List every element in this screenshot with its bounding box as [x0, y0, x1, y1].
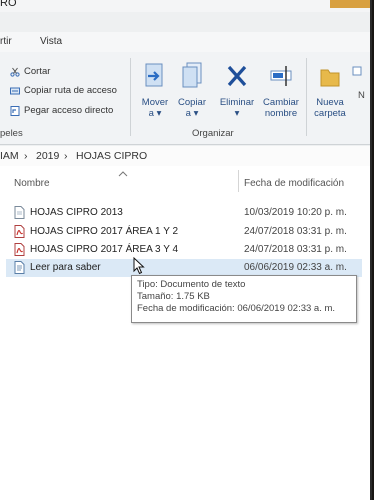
file-modified: 06/06/2019 02:33 a. m.: [244, 262, 347, 273]
file-modified: 24/07/2018 03:31 p. m.: [244, 226, 347, 237]
generic-file-icon: [14, 206, 25, 219]
move-to-button[interactable]: Mover a ▾: [137, 62, 173, 119]
paste-shortcut-icon: [10, 105, 20, 116]
copy-path-button[interactable]: Copiar ruta de acceso: [10, 85, 117, 96]
menu-item-view[interactable]: Vista: [40, 36, 62, 47]
tooltip-modified: Fecha de modificación: 06/06/2019 02:33 …: [137, 303, 336, 314]
column-header-name[interactable]: Nombre: [14, 178, 50, 189]
move-to-label-2: a ▾: [148, 108, 162, 119]
delete-button[interactable]: Eliminar ▾: [214, 62, 260, 119]
breadcrumb-hojas-cipro[interactable]: HOJAS CIPRO: [76, 150, 147, 162]
rename-icon: [260, 62, 302, 93]
delete-x-icon: [214, 62, 260, 93]
new-item-button[interactable]: [352, 66, 362, 76]
copy-path-label: Copiar ruta de acceso: [24, 85, 117, 96]
sort-chevron-up-icon: [118, 170, 128, 179]
file-modified: 10/03/2019 10:20 p. m.: [244, 207, 347, 218]
menu-item-file[interactable]: rtir: [0, 36, 12, 47]
rename-label-2: nombre: [264, 108, 298, 119]
ribbon: Cortar Copiar ruta de acceso Pegar acces…: [0, 52, 370, 145]
rename-label-1: Cambiar: [263, 97, 299, 108]
file-row[interactable]: HOJAS CIPRO 2013 10/03/2019 10:20 p. m.: [6, 204, 362, 222]
window-title: RO: [0, 0, 17, 9]
file-modified: 24/07/2018 03:31 p. m.: [244, 244, 347, 255]
pdf-file-icon: [14, 225, 25, 238]
address-bar[interactable]: IAM › 2019 › HOJAS CIPRO: [0, 146, 370, 167]
new-item-icon: [352, 66, 362, 76]
file-list: Nombre Fecha de modificación HOJAS CIPRO…: [0, 166, 370, 500]
move-to-label-1: Mover: [141, 97, 169, 108]
breadcrumb-2019[interactable]: 2019: [36, 150, 59, 162]
title-bar: RO: [0, 0, 370, 12]
copy-to-label-1: Copiar: [178, 97, 206, 108]
file-name: Leer para saber: [30, 262, 101, 273]
new-folder-button[interactable]: Nueva carpeta: [310, 62, 350, 119]
explorer-window: RO rtir Vista Cortar Copiar ruta de acce…: [0, 0, 372, 500]
clipboard-group-label: peles: [0, 128, 23, 139]
new-folder-label-2: carpeta: [314, 108, 346, 119]
file-tooltip: Tipo: Documento de texto Tamaño: 1.75 KB…: [131, 275, 357, 323]
delete-arrow: ▾: [234, 108, 240, 119]
pdf-file-icon: [14, 243, 25, 256]
copy-to-label-2: a ▾: [185, 108, 199, 119]
rename-button[interactable]: Cambiar nombre: [260, 62, 302, 119]
file-name: HOJAS CIPRO 2017 ÁREA 1 Y 2: [30, 226, 179, 237]
copy-to-icon: [174, 62, 210, 93]
folder-icon: [310, 62, 350, 93]
paste-shortcut-button[interactable]: Pegar acceso directo: [10, 105, 113, 116]
breadcrumb-iam[interactable]: IAM: [0, 150, 19, 162]
ribbon-separator-2: [306, 58, 307, 136]
new-group-partial-label: N: [358, 90, 365, 101]
scissors-icon: [10, 67, 20, 77]
move-to-icon: [137, 62, 173, 93]
column-divider[interactable]: [238, 170, 239, 192]
new-folder-label-1: Nueva: [316, 97, 344, 108]
file-row[interactable]: HOJAS CIPRO 2017 ÁREA 3 Y 4 24/07/2018 0…: [6, 241, 362, 259]
file-name: HOJAS CIPRO 2017 ÁREA 3 Y 4: [30, 244, 179, 255]
cut-button[interactable]: Cortar: [10, 66, 50, 77]
tooltip-size: Tamaño: 1.75 KB: [137, 291, 210, 302]
copy-to-button[interactable]: Copiar a ▾: [174, 62, 210, 119]
tooltip-type: Tipo: Documento de texto: [137, 279, 246, 290]
file-row[interactable]: HOJAS CIPRO 2017 ÁREA 1 Y 2 24/07/2018 0…: [6, 223, 362, 241]
paste-shortcut-label: Pegar acceso directo: [24, 105, 114, 116]
screen-glare: [330, 0, 370, 8]
breadcrumb-chevron-icon: ›: [24, 150, 28, 162]
menu-bar: rtir Vista: [0, 32, 370, 52]
organize-group-label: Organizar: [192, 128, 234, 139]
ribbon-separator-1: [130, 58, 131, 136]
cut-label: Cortar: [24, 66, 51, 77]
file-name: HOJAS CIPRO 2013: [30, 207, 123, 218]
text-file-icon: [14, 261, 25, 274]
copy-path-icon: [10, 86, 20, 96]
column-header-modified[interactable]: Fecha de modificación: [244, 178, 344, 189]
delete-label: Eliminar: [219, 97, 255, 108]
breadcrumb-chevron-icon: ›: [64, 150, 68, 162]
